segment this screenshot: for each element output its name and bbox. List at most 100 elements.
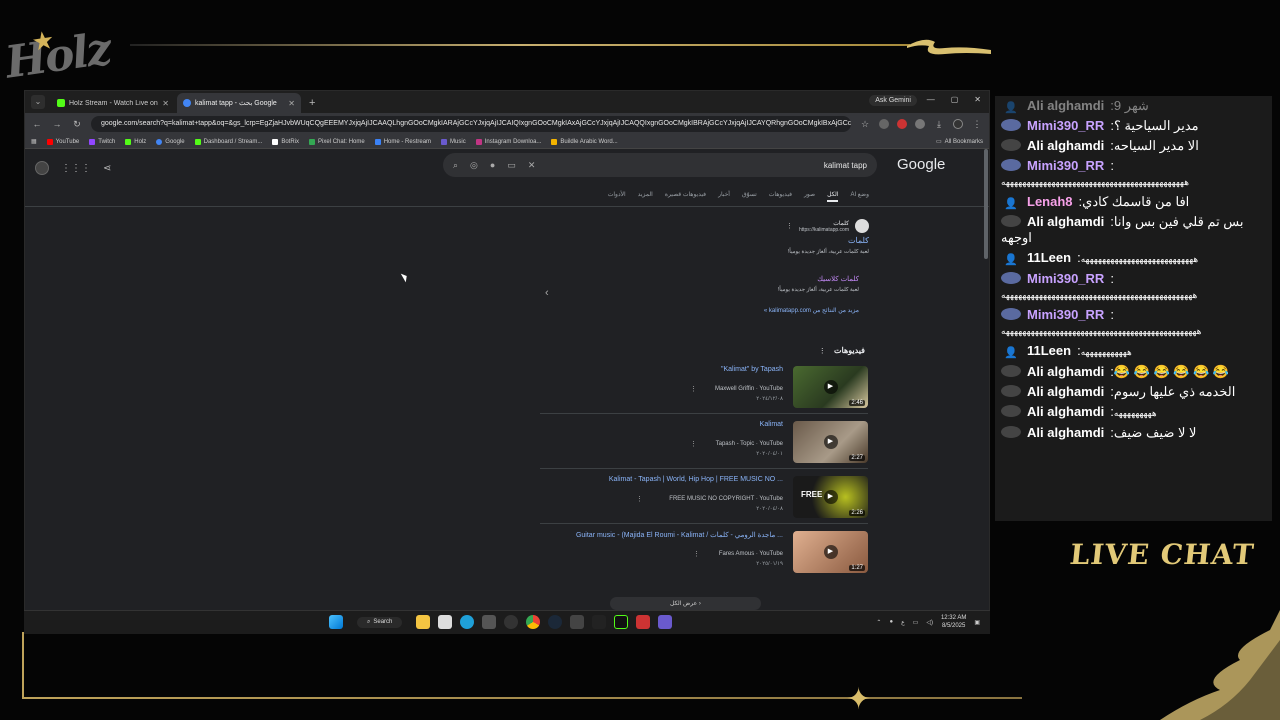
filter-tab[interactable]: المزيد bbox=[638, 191, 653, 202]
filter-tab[interactable]: فيديوهات قصيرة bbox=[665, 191, 706, 202]
video-title[interactable]: Kalimat - Tapash | World, Hip Hop | FREE… bbox=[609, 476, 783, 483]
video-kebab-icon[interactable]: ⋮ bbox=[636, 495, 643, 503]
bookmark-item[interactable]: Instagram Downloa... bbox=[475, 138, 541, 145]
kick-app-icon[interactable] bbox=[614, 615, 629, 629]
video-result[interactable]: ▶ 2:27 Kalimat Tapash - Topic · YouTube ٢… bbox=[540, 419, 868, 469]
bookmark-item[interactable]: Music bbox=[441, 138, 466, 145]
result-title-link[interactable]: كلمات bbox=[539, 236, 869, 245]
taskbar-clock[interactable]: 12:32 AM 8/5/2025 bbox=[941, 614, 966, 630]
edge-icon[interactable] bbox=[460, 615, 475, 629]
video-thumbnail[interactable]: ▶ 1:27 bbox=[793, 531, 868, 573]
bookmark-item[interactable]: Buildle Arabic Word... bbox=[551, 138, 618, 145]
lens-icon[interactable]: ◎ bbox=[470, 160, 478, 171]
video-kebab-icon[interactable]: ⋮ bbox=[690, 440, 697, 448]
forward-icon[interactable]: → bbox=[51, 119, 63, 129]
search-icon[interactable]: ⌕ bbox=[453, 160, 458, 171]
all-bookmarks-button[interactable]: ▭ All Bookmarks bbox=[936, 138, 983, 146]
steam-icon[interactable] bbox=[548, 615, 563, 629]
language-indicator[interactable]: ع bbox=[901, 619, 905, 626]
bookmark-item[interactable]: Twitch bbox=[89, 138, 115, 145]
search-box[interactable]: ⌕ ◎ ● ▭ ✕ kalimat tapp bbox=[443, 153, 877, 177]
account-avatar[interactable] bbox=[35, 161, 49, 175]
taskbar-search-button[interactable]: ⌕ Search bbox=[357, 616, 403, 628]
ask-gemini-button[interactable]: Ask Gemini bbox=[869, 95, 917, 106]
page-scrollbar[interactable] bbox=[984, 149, 988, 259]
maximize-icon[interactable]: ▢ bbox=[951, 95, 959, 104]
search-input[interactable]: kalimat tapp bbox=[824, 161, 867, 170]
new-tab-button[interactable]: + bbox=[309, 97, 315, 109]
bookmark-item[interactable]: Google bbox=[156, 138, 185, 145]
bookmark-star-icon[interactable]: ☆ bbox=[859, 119, 871, 130]
extension-icon[interactable] bbox=[897, 119, 907, 129]
video-thumbnail[interactable]: ▶ 2:46 bbox=[793, 366, 868, 408]
close-window-icon[interactable]: ✕ bbox=[974, 95, 981, 104]
video-kebab-icon[interactable]: ⋮ bbox=[693, 550, 700, 558]
tab-search-button[interactable]: ⌄ bbox=[31, 95, 45, 109]
chrome-icon[interactable] bbox=[526, 615, 541, 629]
clear-search-icon[interactable]: ✕ bbox=[528, 160, 536, 171]
video-result[interactable]: FREE ▶ 2:26 Kalimat - Tapash | World, Hip … bbox=[540, 474, 868, 524]
app-icon[interactable] bbox=[570, 615, 585, 629]
back-icon[interactable]: ← bbox=[31, 119, 43, 129]
bookmark-item[interactable]: Pixel Chat: Home bbox=[309, 138, 365, 145]
reload-icon[interactable]: ↻ bbox=[71, 119, 83, 130]
extension-icon[interactable] bbox=[915, 119, 925, 129]
apps-grid-icon[interactable]: ⋮⋮⋮ bbox=[61, 163, 91, 174]
app-icon[interactable] bbox=[636, 615, 651, 629]
extension-icon[interactable] bbox=[879, 119, 889, 129]
wifi-icon[interactable]: ▭ bbox=[913, 619, 919, 626]
filter-tab[interactable]: تسوّق bbox=[742, 191, 757, 202]
mic-icon[interactable]: ● bbox=[490, 160, 495, 170]
windows-start-icon[interactable] bbox=[329, 615, 343, 629]
notification-icon[interactable]: ▣ bbox=[974, 619, 980, 626]
minimize-icon[interactable]: — bbox=[927, 95, 935, 104]
share-icon[interactable]: ⋖ bbox=[103, 163, 111, 174]
video-kebab-icon[interactable]: ⋮ bbox=[690, 385, 697, 393]
more-results-link[interactable]: مزيد من النتائج من kalimatapp.com » bbox=[539, 307, 869, 314]
result-kebab-icon[interactable]: ⋮ bbox=[786, 222, 793, 230]
close-tab-icon[interactable]: ✕ bbox=[288, 99, 295, 108]
bookmark-item[interactable]: BotRix bbox=[272, 138, 299, 145]
bookmark-item[interactable]: Home - Restream bbox=[374, 138, 431, 145]
url-input[interactable]: google.com/search?q=kalimat+tapp&oq=&gs_… bbox=[91, 116, 851, 132]
site-url[interactable]: https://kalimatapp.com bbox=[799, 227, 849, 233]
filter-tab[interactable]: صور bbox=[804, 191, 815, 202]
settings-icon[interactable] bbox=[482, 615, 497, 629]
mic-icon[interactable]: ● bbox=[889, 619, 893, 625]
download-icon[interactable]: ⤓ bbox=[933, 119, 945, 130]
app-icon[interactable] bbox=[658, 615, 673, 629]
volume-icon[interactable]: ◁) bbox=[926, 619, 933, 626]
chevron-up-icon[interactable]: ⌃ bbox=[876, 619, 881, 626]
filter-tab[interactable]: أخبار bbox=[718, 191, 730, 202]
keyboard-icon[interactable]: ▭ bbox=[507, 160, 516, 171]
video-title[interactable]: Guitar music - (Majida El Roumi - Kalima… bbox=[576, 531, 783, 539]
apps-grid-icon[interactable]: ▦ bbox=[31, 138, 37, 145]
profile-avatar[interactable] bbox=[953, 119, 963, 129]
file-explorer-icon[interactable] bbox=[416, 615, 431, 629]
menu-kebab-icon[interactable]: ⋮ bbox=[971, 119, 983, 130]
section-kebab-icon[interactable]: ⋮ bbox=[819, 348, 826, 355]
video-thumbnail[interactable]: ▶ 2:27 bbox=[793, 421, 868, 463]
bookmark-item[interactable]: YouTube bbox=[46, 138, 79, 145]
video-title[interactable]: Kalimat bbox=[760, 421, 783, 428]
show-all-button[interactable]: عرض الكل › bbox=[610, 597, 761, 610]
tab-holz-stream[interactable]: Holz Stream - Watch Live on Ki... ✕ bbox=[51, 93, 175, 113]
video-thumbnail[interactable]: FREE ▶ 2:26 bbox=[793, 476, 868, 518]
tab-google-search[interactable]: kalimat tapp - بحث Google ✕ bbox=[177, 93, 301, 113]
filter-tab[interactable]: فيديوهات bbox=[769, 191, 792, 202]
video-result[interactable]: ▶ 1:27 Guitar music - (Majida El Roumi - … bbox=[540, 529, 868, 579]
google-logo[interactable]: Google bbox=[897, 156, 945, 173]
sitelink-title[interactable]: كلمات كلاسيك bbox=[539, 275, 859, 283]
chevron-left-icon[interactable]: ‹ bbox=[545, 287, 549, 299]
filter-tab[interactable]: الكل bbox=[827, 191, 839, 202]
store-icon[interactable] bbox=[438, 615, 453, 629]
bookmark-item[interactable]: Holz bbox=[125, 138, 146, 145]
capcut-icon[interactable] bbox=[592, 615, 607, 629]
obs-icon[interactable] bbox=[504, 615, 519, 629]
close-tab-icon[interactable]: ✕ bbox=[162, 99, 169, 108]
video-result[interactable]: ▶ 2:46 "Kalimat" by Tapash Maxwell Griffi… bbox=[540, 364, 868, 414]
filter-tab[interactable]: الأدوات bbox=[608, 191, 626, 202]
video-title[interactable]: "Kalimat" by Tapash bbox=[721, 366, 783, 373]
bookmark-item[interactable]: Dashboard / Stream... bbox=[194, 138, 262, 145]
filter-tab[interactable]: وضع AI bbox=[850, 191, 869, 202]
